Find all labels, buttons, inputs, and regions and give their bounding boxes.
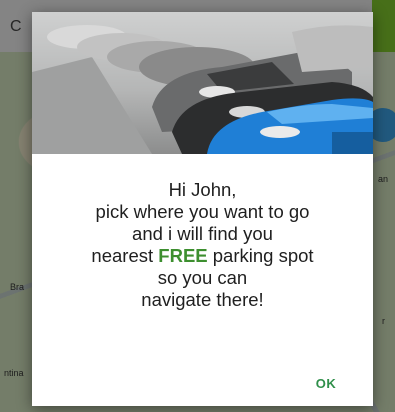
parked-cars-photo (32, 12, 373, 154)
message-line-highlight: nearest FREE parking spot (32, 245, 373, 267)
dialog-message: Hi John, pick where you want to go and i… (32, 179, 373, 311)
message-text: parking spot (212, 245, 314, 266)
message-line: pick where you want to go (95, 201, 310, 222)
message-line: navigate there! (141, 289, 264, 310)
message-line: and i will find you (132, 223, 273, 244)
parked-cars-icon (32, 25, 373, 154)
message-text: nearest (91, 245, 154, 266)
message-line: so you can (157, 267, 248, 288)
free-highlight: FREE (158, 245, 208, 266)
ok-button[interactable]: OK (304, 371, 348, 397)
message-line: Hi John, (168, 179, 237, 200)
welcome-dialog: Hi John, pick where you want to go and i… (32, 12, 373, 406)
